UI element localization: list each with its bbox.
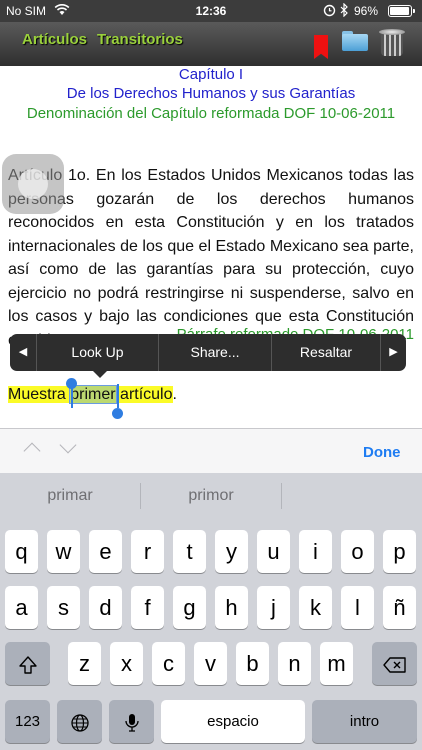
key-b[interactable]: b xyxy=(236,642,269,685)
selection-start-handle[interactable] xyxy=(71,384,73,408)
suggestion-1[interactable]: primar xyxy=(0,473,140,519)
menu-next-arrow[interactable]: ▶ xyxy=(381,334,406,371)
key-c[interactable]: c xyxy=(152,642,185,685)
text-period: . xyxy=(172,386,177,403)
battery-icon xyxy=(388,5,415,17)
microphone-icon xyxy=(124,709,140,734)
return-key[interactable]: intro xyxy=(312,700,417,743)
key-l[interactable]: l xyxy=(341,586,374,629)
space-key[interactable]: espacio xyxy=(161,700,305,743)
trash-icon[interactable] xyxy=(378,29,406,57)
key-w[interactable]: w xyxy=(47,530,80,573)
shift-icon xyxy=(18,651,38,676)
backspace-icon xyxy=(382,651,407,676)
key-r[interactable]: r xyxy=(131,530,164,573)
key-g[interactable]: g xyxy=(173,586,206,629)
chapter-heading: Capítulo I xyxy=(178,66,244,83)
key-j[interactable]: j xyxy=(257,586,290,629)
tab-transitorios[interactable]: Transitorios xyxy=(97,31,183,48)
key-z[interactable]: z xyxy=(68,642,101,685)
chapter-note: Denominación del Capítulo reformada DOF … xyxy=(26,105,396,122)
battery-percent: 96% xyxy=(354,4,379,18)
chapter-title: De los Derechos Humanos y sus Garantías xyxy=(66,85,356,102)
suggestion-2[interactable]: primor xyxy=(141,473,281,519)
document-view[interactable]: Capítulo I De los Derechos Humanos y sus… xyxy=(0,66,422,428)
edit-menu: ◀ Look Up Share... Resaltar ▶ xyxy=(10,334,406,378)
selection-end-handle[interactable] xyxy=(117,384,119,408)
status-bar: No SIM 12:36 96% xyxy=(0,0,422,22)
key-x[interactable]: x xyxy=(110,642,143,685)
bluetooth-icon xyxy=(340,2,349,20)
bookmark-icon[interactable] xyxy=(314,35,328,59)
tab-articulos[interactable]: Artículos xyxy=(22,31,87,48)
nav-title: Artículos Transitorios xyxy=(22,31,183,48)
menu-share[interactable]: Share... xyxy=(159,334,271,371)
backspace-key[interactable] xyxy=(372,642,417,685)
key-p[interactable]: p xyxy=(383,530,416,573)
suggestion-bar: primar primor xyxy=(0,473,422,519)
key-k[interactable]: k xyxy=(299,586,332,629)
next-field-icon[interactable] xyxy=(59,436,77,454)
selected-word[interactable]: primer xyxy=(69,385,117,404)
menu-look-up[interactable]: Look Up xyxy=(37,334,158,371)
article-paragraph: Artículo 1o. En los Estados Unidos Mexic… xyxy=(8,167,414,349)
keyboard: primar primor q w e r t y u i o p a s d … xyxy=(0,473,422,750)
key-u[interactable]: u xyxy=(257,530,290,573)
key-d[interactable]: d xyxy=(89,586,122,629)
previous-field-icon[interactable] xyxy=(23,442,41,460)
highlight-before: Muestra xyxy=(8,386,71,403)
key-a[interactable]: a xyxy=(5,586,38,629)
key-y[interactable]: y xyxy=(215,530,248,573)
folder-icon[interactable] xyxy=(342,31,368,51)
battery-fill xyxy=(390,7,409,15)
menu-resaltar[interactable]: Resaltar xyxy=(272,334,380,371)
key-e[interactable]: e xyxy=(89,530,122,573)
done-button[interactable]: Done xyxy=(363,444,401,461)
key-s[interactable]: s xyxy=(47,586,80,629)
assistive-touch-button[interactable] xyxy=(2,154,64,214)
key-o[interactable]: o xyxy=(341,530,374,573)
numbers-key[interactable]: 123 xyxy=(5,700,50,743)
key-v[interactable]: v xyxy=(194,642,227,685)
key-n[interactable]: n xyxy=(278,642,311,685)
nav-bar: Artículos Transitorios xyxy=(0,22,422,66)
suggestion-3[interactable] xyxy=(282,473,422,519)
keyboard-accessory-bar: Done xyxy=(0,428,422,473)
key-f[interactable]: f xyxy=(131,586,164,629)
highlight-after: artículo xyxy=(115,386,173,403)
key-t[interactable]: t xyxy=(173,530,206,573)
globe-key[interactable] xyxy=(57,700,102,743)
microphone-key[interactable] xyxy=(109,700,154,743)
key-enye[interactable]: ñ xyxy=(383,586,416,629)
key-q[interactable]: q xyxy=(5,530,38,573)
globe-icon xyxy=(70,709,90,734)
key-h[interactable]: h xyxy=(215,586,248,629)
menu-prev-arrow[interactable]: ◀ xyxy=(10,334,36,371)
shift-key[interactable] xyxy=(5,642,50,685)
selection-end-knob[interactable] xyxy=(112,408,123,419)
selected-text-line[interactable]: Muestra primer artículo. xyxy=(8,385,177,404)
key-m[interactable]: m xyxy=(320,642,353,685)
key-i[interactable]: i xyxy=(299,530,332,573)
alarm-icon xyxy=(323,3,336,20)
